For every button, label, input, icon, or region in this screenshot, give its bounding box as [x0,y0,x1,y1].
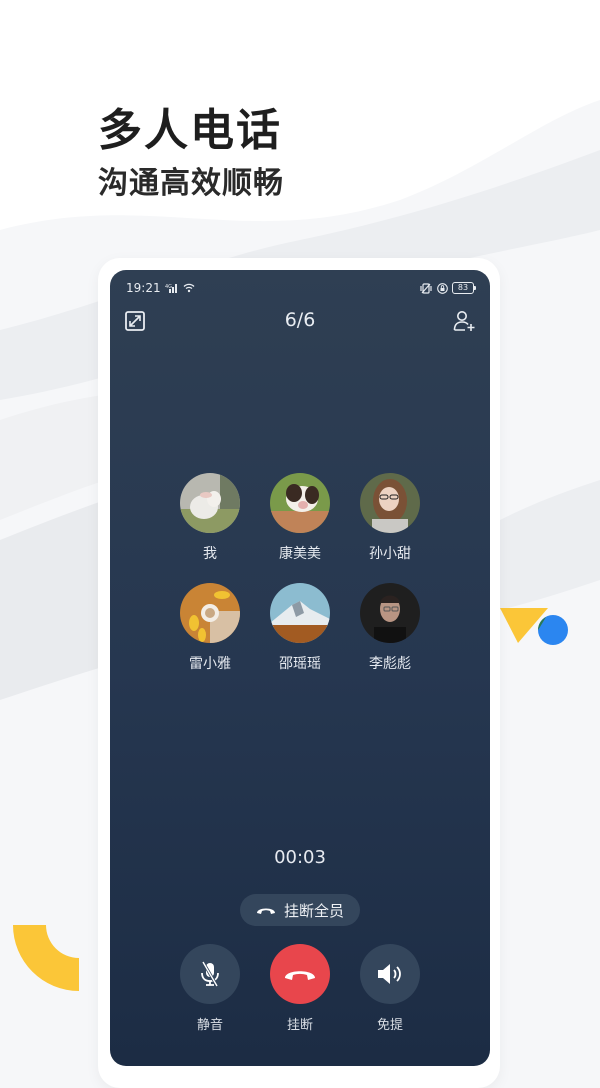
avatar [270,473,330,533]
participant-tile[interactable]: 雷小雅 [165,583,255,673]
rotation-lock-icon [437,282,448,294]
hang-up-label: 挂断 [286,1018,313,1033]
participant-name: 李彪彪 [369,656,411,672]
participant-name: 雷小雅 [189,656,231,672]
participant-name: 我 [203,546,217,562]
call-top-bar: 6/6 [110,308,490,334]
participant-name: 孙小甜 [369,546,411,562]
call-timer: 00:03 [274,847,326,868]
avatar [270,583,330,643]
promo-subline: 沟通高效顺畅 [98,166,284,201]
participant-name: 邵瑶瑶 [279,656,321,672]
mute-button[interactable] [180,944,240,1004]
hang-up-icon [256,908,275,914]
avatar [180,473,240,533]
signal-icon: 4G [165,284,177,293]
call-controls: 静音 挂断 免提 [165,944,435,1033]
decorative-shapes [500,608,568,645]
speaker-label: 免提 [376,1018,403,1033]
participant-count: 6/6 [284,309,316,331]
participant-name: 康美美 [279,546,321,562]
participants-grid: 我 康美美 孙小甜 雷小雅 邵瑶瑶 李彪彪 [165,473,435,673]
hang-up-all-label: 挂断全员 [283,901,344,920]
hang-up-icon [285,971,315,980]
mute-label: 静音 [196,1018,223,1033]
promo-headline: 多人电话 [98,105,282,156]
participant-tile[interactable]: 我 [165,473,255,563]
speaker-button[interactable] [360,944,420,1004]
svg-text:4G: 4G [165,284,172,290]
participant-tile[interactable]: 邵瑶瑶 [255,583,345,673]
speaker-icon [378,964,401,984]
add-user-icon[interactable] [452,309,476,333]
avatar [180,583,240,643]
battery-indicator: 83 [452,282,476,294]
status-bar: 19:21 4G 83 [126,280,476,296]
participant-tile[interactable]: 李彪彪 [345,583,435,673]
hang-up-control: 挂断 [255,944,345,1033]
mic-muted-icon [201,961,219,987]
vibrate-icon [420,282,432,294]
hang-up-button[interactable] [270,944,330,1004]
wifi-icon [183,283,195,293]
status-time: 19:21 [126,281,161,295]
hang-up-all-button[interactable]: 挂断全员 [240,894,360,926]
call-screen: 19:21 4G 83 6/6 我 康美美 孙小甜 雷小雅 邵瑶瑶 李彪彪 00… [110,270,490,1066]
mute-control: 静音 [165,944,255,1033]
decorative-yellow-arc [13,925,79,991]
avatar [360,583,420,643]
speaker-control: 免提 [345,944,435,1033]
participant-tile[interactable]: 孙小甜 [345,473,435,563]
avatar [360,473,420,533]
participant-tile[interactable]: 康美美 [255,473,345,563]
